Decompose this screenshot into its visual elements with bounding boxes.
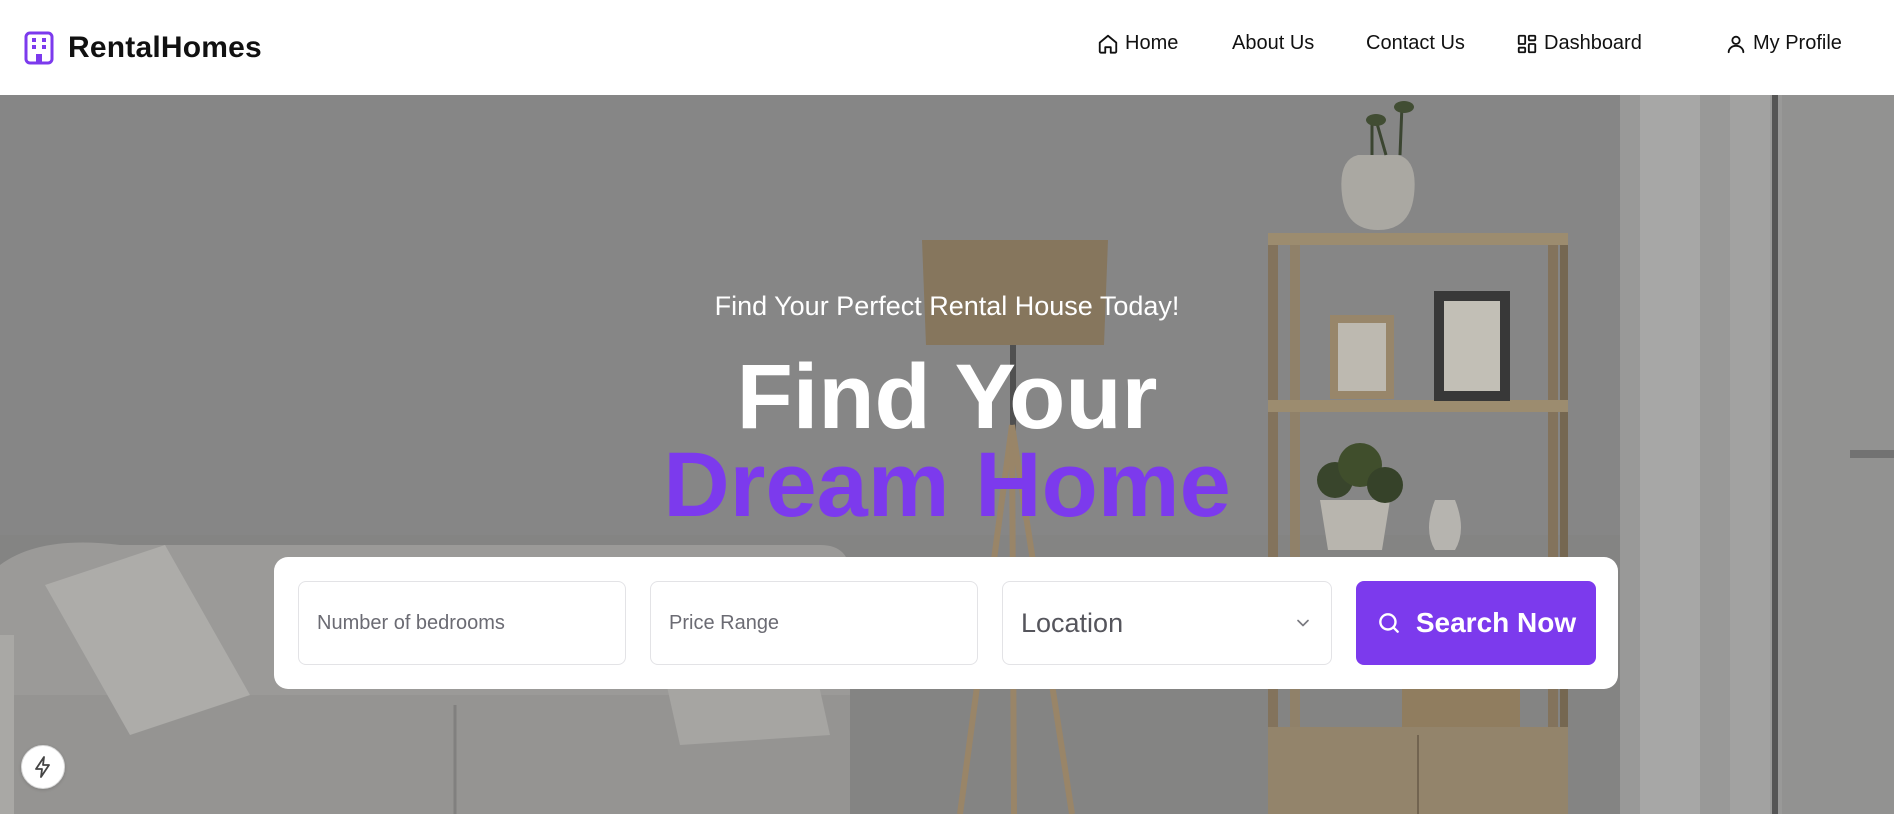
hero-subtitle: Find Your Perfect Rental House Today! (714, 291, 1180, 321)
nav-home[interactable]: Home (1097, 32, 1178, 55)
brand-name: RentalHomes (68, 30, 262, 64)
search-icon (1379, 613, 1399, 633)
bedrooms-field[interactable] (298, 581, 626, 665)
dashboard-icon (1517, 34, 1537, 53)
price-range-input[interactable] (669, 611, 959, 635)
search-card: Location Search Now (274, 557, 1618, 689)
hero-content: Find Your Perfect Rental House Today! Fi… (0, 95, 1894, 814)
nav-dashboard-label: Dashboard (1544, 32, 1642, 54)
search-now-button[interactable]: Search Now (1356, 581, 1596, 665)
bedrooms-input[interactable] (317, 611, 607, 635)
location-select[interactable]: Location (1002, 581, 1332, 665)
user-icon (1727, 35, 1745, 53)
nav-home-label: Home (1125, 32, 1179, 54)
bolt-icon (35, 756, 50, 778)
nav-contact[interactable]: Contact Us (1366, 32, 1465, 55)
hero-title-line2: Dream Home (663, 434, 1231, 536)
site-header: RentalHomes Home About Us Contact Us Das… (0, 0, 1894, 95)
home-icon (1098, 34, 1118, 54)
nav-about[interactable]: About Us (1232, 32, 1314, 55)
hero-section: Find Your Perfect Rental House Today! Fi… (0, 95, 1894, 814)
location-selected-value: Location (1021, 607, 1124, 638)
search-now-label: Search Now (1415, 607, 1577, 638)
building-icon (24, 31, 54, 64)
hero-title-line1: Find Your (736, 346, 1158, 448)
nav-profile[interactable]: My Profile (1725, 32, 1842, 55)
nav-dashboard[interactable]: Dashboard (1516, 32, 1642, 55)
chevron-down-icon (1297, 619, 1309, 627)
nav-profile-label: My Profile (1753, 32, 1842, 54)
brand[interactable]: RentalHomes (24, 31, 262, 65)
nav-contact-label: Contact Us (1366, 32, 1465, 54)
nav-about-label: About Us (1232, 32, 1315, 54)
quick-action-button[interactable] (21, 745, 65, 789)
price-range-field[interactable] (650, 581, 978, 665)
